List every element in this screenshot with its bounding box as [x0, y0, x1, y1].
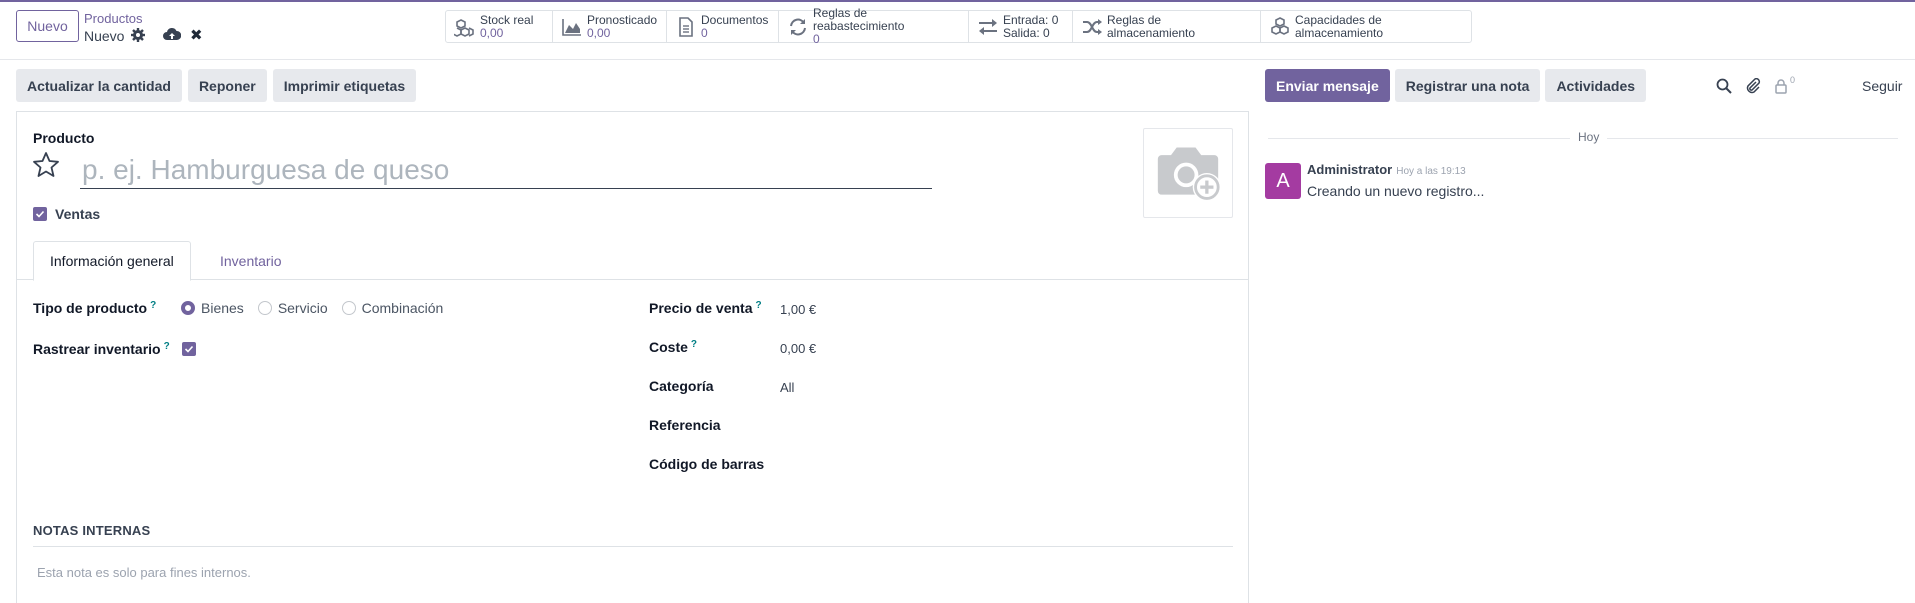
- smart-button-documentos[interactable]: Documentos 0: [667, 11, 779, 42]
- radio-bienes[interactable]: Bienes: [181, 300, 244, 316]
- smart-button-capacidades[interactable]: Capacidades de almacenamiento: [1261, 11, 1471, 42]
- refresh-icon: [790, 18, 806, 35]
- smart-button-label: Reglas de almacenamiento: [1107, 12, 1196, 40]
- product-type-label: Tipo de producto?: [33, 300, 157, 316]
- smart-button-value: 0,00: [587, 25, 611, 40]
- form-tabs: Información general Inventario: [17, 241, 1248, 281]
- lock-icon[interactable]: [1773, 78, 1789, 94]
- cloud-upload-icon[interactable]: [163, 27, 181, 43]
- internal-notes-field[interactable]: Esta nota es solo para fines internos.: [37, 565, 251, 580]
- cubes-icon: [1271, 16, 1289, 35]
- avatar[interactable]: A: [1265, 163, 1301, 199]
- star-icon[interactable]: [32, 151, 60, 179]
- product-type-radio-group: Bienes Servicio Combinación: [181, 300, 443, 316]
- smart-button-stock-real[interactable]: Stock real 0,00: [446, 11, 553, 42]
- smart-button-reglas-reabastecimiento[interactable]: Reglas de reabastecimiento 0: [779, 7, 969, 46]
- breadcrumb-parent-link[interactable]: Productos: [84, 11, 143, 26]
- chatter-actions: Enviar mensaje Registrar una nota Activi…: [1265, 69, 1647, 102]
- smart-button-pronosticado[interactable]: Pronosticado 0,00: [553, 11, 667, 42]
- tab-informacion-general[interactable]: Información general: [33, 241, 191, 281]
- smart-button-value: 0,00: [480, 25, 504, 40]
- product-name-input[interactable]: [80, 152, 932, 189]
- action-buttons: Actualizar la cantidad Reponer Imprimir …: [16, 69, 417, 102]
- sales-checkbox-row[interactable]: Ventas: [33, 206, 100, 222]
- smart-buttons: Stock real 0,00 Pronosticado 0,00 Document…: [445, 7, 1472, 46]
- form-sheet: Producto Ventas Información general Inve…: [16, 111, 1249, 603]
- smart-button-entrada-salida[interactable]: Entrada: 0 Salida: 0: [969, 11, 1073, 42]
- followers-count: 0: [1790, 75, 1796, 85]
- smart-button-value: 0: [813, 32, 820, 46]
- cubes-icon: [454, 18, 474, 37]
- message-body: Creando un nuevo registro...: [1307, 183, 1485, 199]
- sale-price-value[interactable]: 1,00 €: [780, 302, 816, 317]
- search-icon[interactable]: [1716, 78, 1732, 94]
- update-quantity-button[interactable]: Actualizar la cantidad: [16, 69, 182, 102]
- paperclip-icon[interactable]: [1745, 78, 1761, 94]
- smart-button-label: Pronosticado: [587, 12, 658, 27]
- category-value[interactable]: All: [780, 380, 794, 395]
- replenish-button[interactable]: Reponer: [187, 69, 267, 102]
- smart-button-value: 0: [701, 25, 708, 40]
- track-inventory-label: Rastrear inventario?: [33, 341, 170, 357]
- radio-servicio[interactable]: Servicio: [257, 300, 328, 316]
- gear-icon[interactable]: [130, 27, 146, 43]
- activities-button[interactable]: Actividades: [1545, 69, 1647, 102]
- radio-combinacion[interactable]: Combinación: [341, 300, 443, 316]
- smart-button-label-in: Entrada: 0: [1003, 12, 1059, 27]
- exchange-icon: [979, 18, 997, 35]
- track-inventory-checkbox[interactable]: [182, 342, 196, 356]
- sale-price-label: Precio de venta?: [649, 300, 762, 316]
- help-tooltip-icon[interactable]: ?: [164, 341, 170, 352]
- area-chart-icon: [562, 18, 581, 36]
- breadcrumb-current: Nuevo: [84, 28, 125, 44]
- follow-button[interactable]: Seguir: [1862, 78, 1902, 94]
- smart-button-label-out: Salida: 0: [1003, 25, 1050, 40]
- cost-value[interactable]: 0,00 €: [780, 341, 816, 356]
- random-icon: [1083, 18, 1102, 35]
- smart-button-label: Reglas de reabastecimiento: [813, 6, 905, 33]
- cost-label: Coste?: [649, 339, 698, 355]
- category-label: Categoría: [649, 378, 714, 394]
- smart-button-label: Documentos: [701, 12, 769, 27]
- reference-label: Referencia: [649, 417, 721, 433]
- help-tooltip-icon[interactable]: ?: [756, 300, 762, 311]
- discard-icon[interactable]: ✖: [190, 26, 203, 44]
- message-author: Administrator Hoy a las 19:13: [1307, 162, 1466, 177]
- print-labels-button[interactable]: Imprimir etiquetas: [272, 69, 417, 102]
- smart-button-reglas-almacenamiento[interactable]: Reglas de almacenamiento: [1073, 11, 1261, 42]
- new-button[interactable]: Nuevo: [16, 10, 79, 42]
- log-note-button[interactable]: Registrar una nota: [1394, 69, 1541, 102]
- file-text-icon: [679, 16, 693, 37]
- barcode-label: Código de barras: [649, 456, 765, 472]
- send-message-button[interactable]: Enviar mensaje: [1265, 69, 1390, 102]
- divider: [33, 546, 1233, 547]
- product-label: Producto: [33, 130, 95, 146]
- internal-notes-title: NOTAS INTERNAS: [33, 523, 151, 538]
- help-tooltip-icon[interactable]: ?: [691, 339, 697, 350]
- sales-checkbox[interactable]: [33, 207, 47, 221]
- control-panel: Nuevo Productos Nuevo ✖ Stock real 0,00 P…: [0, 2, 1915, 60]
- message-date: Hoy a las 19:13: [1396, 166, 1466, 177]
- day-label: Hoy: [1570, 130, 1608, 144]
- tab-inventario[interactable]: Inventario: [204, 241, 297, 281]
- smart-button-label: Stock real: [480, 12, 534, 27]
- smart-button-label: Capacidades de almacenamiento: [1295, 12, 1384, 40]
- help-tooltip-icon[interactable]: ?: [150, 300, 156, 311]
- sales-label: Ventas: [55, 206, 101, 222]
- product-image-placeholder[interactable]: [1143, 128, 1233, 218]
- camera-plus-icon: [1157, 147, 1221, 202]
